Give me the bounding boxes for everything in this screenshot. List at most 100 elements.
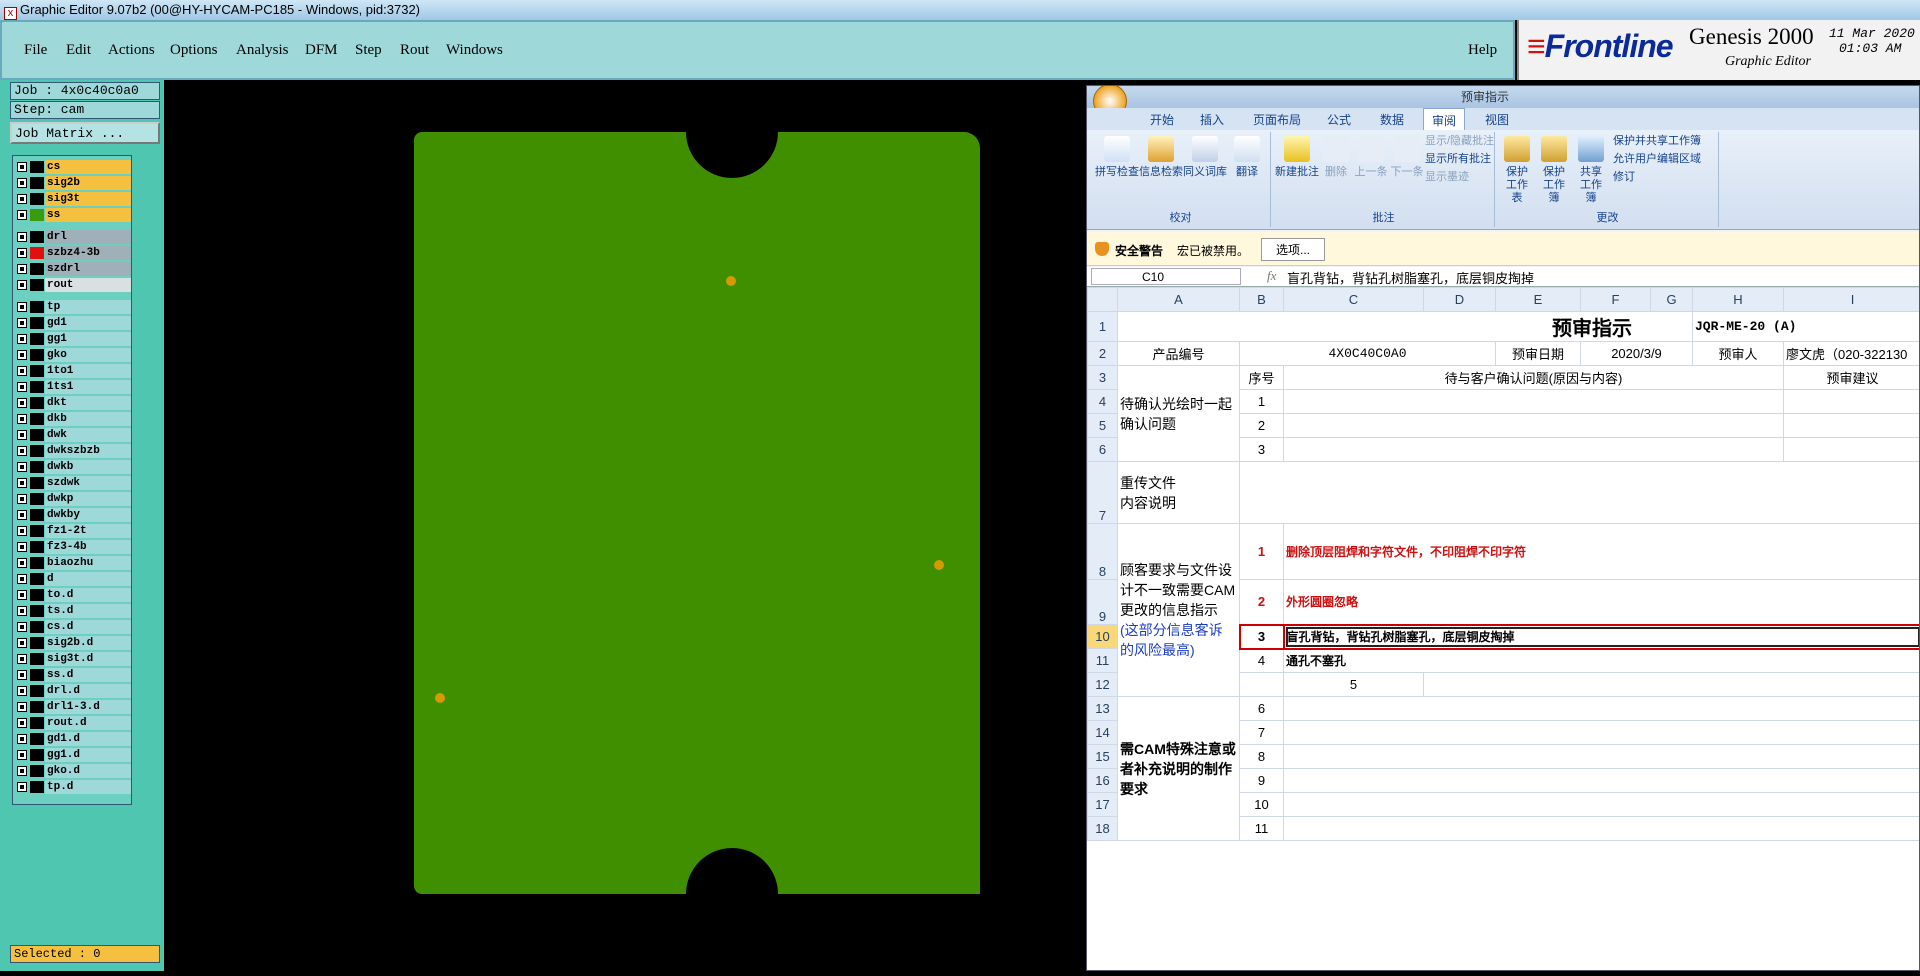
layer-name[interactable]: fz1-2t	[45, 524, 131, 538]
layer-row[interactable]: rout.d	[15, 716, 131, 730]
tab-insert[interactable]: 插入	[1200, 111, 1224, 128]
layer-name[interactable]: rout	[45, 278, 131, 292]
layer-name[interactable]: d	[45, 572, 131, 586]
formula-input[interactable]: 盲孔背钻，背钻孔树脂塞孔，底层铜皮掏掉	[1287, 268, 1534, 287]
protect-share-button[interactable]: 保护并共享工作簿	[1613, 134, 1701, 148]
layer-checkbox[interactable]	[17, 606, 27, 616]
issue-cell[interactable]	[1424, 673, 1920, 697]
issue-cell[interactable]: 外形圆圈忽略	[1284, 580, 1920, 625]
tab-review[interactable]: 审阅	[1423, 108, 1465, 132]
issue-cell[interactable]	[1284, 414, 1784, 438]
layer-color-swatch[interactable]	[30, 669, 44, 681]
layer-name[interactable]: gd1.d	[45, 732, 131, 746]
row-header[interactable]: 14	[1088, 721, 1118, 745]
layer-checkbox[interactable]	[17, 558, 27, 568]
layer-row[interactable]: dwkby	[15, 508, 131, 522]
tab-data[interactable]: 数据	[1380, 111, 1404, 128]
row-header[interactable]: 7	[1088, 462, 1118, 524]
seq-cell[interactable]: 1	[1240, 524, 1284, 580]
menu-help[interactable]: Help	[1468, 42, 1497, 59]
section-confirm-label[interactable]: 待确认光绘时一起确认问题	[1118, 366, 1240, 462]
column-header[interactable]: D	[1424, 288, 1496, 312]
row-header[interactable]: 5	[1088, 414, 1118, 438]
layer-name[interactable]: szdwk	[45, 476, 131, 490]
menu-options[interactable]: Options	[170, 42, 218, 59]
layer-color-swatch[interactable]	[30, 279, 44, 291]
column-header[interactable]: A	[1118, 288, 1240, 312]
suggest-header[interactable]: 预审建议	[1784, 366, 1920, 390]
layer-row[interactable]: biaozhu	[15, 556, 131, 570]
show-ink-button[interactable]: 显示墨迹	[1425, 170, 1469, 184]
layer-row[interactable]: tp	[15, 300, 131, 314]
layer-color-swatch[interactable]	[30, 349, 44, 361]
research-button[interactable]: 信息检索	[1139, 136, 1183, 179]
thesaurus-button[interactable]: 同义词库	[1183, 136, 1227, 179]
layer-row[interactable]: ss	[15, 208, 131, 222]
allow-edit-ranges-button[interactable]: 允许用户编辑区域	[1613, 152, 1701, 166]
layer-checkbox[interactable]	[17, 718, 27, 728]
seq-cell[interactable]: 9	[1240, 769, 1284, 793]
select-all-corner[interactable]	[1088, 288, 1118, 312]
layer-checkbox[interactable]	[17, 702, 27, 712]
row-header[interactable]: 2	[1088, 342, 1118, 366]
layer-color-swatch[interactable]	[30, 749, 44, 761]
row-header[interactable]: 8	[1088, 524, 1118, 580]
row-header[interactable]: 17	[1088, 793, 1118, 817]
reviewer-label[interactable]: 预审人	[1693, 342, 1784, 366]
layer-row[interactable]: dwk	[15, 428, 131, 442]
menu-rout[interactable]: Rout	[400, 42, 429, 59]
layer-color-swatch[interactable]	[30, 685, 44, 697]
suggest-cell[interactable]	[1784, 438, 1920, 462]
layer-color-swatch[interactable]	[30, 445, 44, 457]
layer-name[interactable]: gg1	[45, 332, 131, 346]
spellcheck-button[interactable]: 拼写检查	[1095, 136, 1139, 179]
seq-cell[interactable]: 1	[1240, 390, 1284, 414]
layer-color-swatch[interactable]	[30, 317, 44, 329]
seq-cell[interactable]: 3	[1240, 438, 1284, 462]
tab-page-layout[interactable]: 页面布局	[1253, 111, 1301, 128]
layer-name[interactable]: gko	[45, 348, 131, 362]
layer-checkbox[interactable]	[17, 750, 27, 760]
layer-checkbox[interactable]	[17, 510, 27, 520]
next-comment-button[interactable]: 下一条	[1389, 136, 1425, 179]
layer-row[interactable]: drl	[15, 230, 131, 244]
layer-color-swatch[interactable]	[30, 231, 44, 243]
layer-name[interactable]: tp.d	[45, 780, 131, 794]
layer-checkbox[interactable]	[17, 210, 27, 220]
tab-view[interactable]: 视图	[1485, 111, 1509, 128]
layer-color-swatch[interactable]	[30, 509, 44, 521]
layer-checkbox[interactable]	[17, 194, 27, 204]
layer-name[interactable]: 1to1	[45, 364, 131, 378]
layer-name[interactable]: gd1	[45, 316, 131, 330]
layer-checkbox[interactable]	[17, 478, 27, 488]
layer-checkbox[interactable]	[17, 430, 27, 440]
row-header[interactable]: 9	[1088, 580, 1118, 625]
layer-name[interactable]: gko.d	[45, 764, 131, 778]
layer-checkbox[interactable]	[17, 414, 27, 424]
new-comment-button[interactable]: 新建批注	[1275, 136, 1319, 179]
layer-row[interactable]: gko.d	[15, 764, 131, 778]
share-workbook-button[interactable]: 共享工作簿	[1573, 136, 1609, 205]
job-matrix-button[interactable]: Job Matrix ...	[10, 122, 160, 144]
layer-name[interactable]: gg1.d	[45, 748, 131, 762]
row-header[interactable]: 4	[1088, 390, 1118, 414]
layer-row[interactable]: fz1-2t	[15, 524, 131, 538]
layer-color-swatch[interactable]	[30, 209, 44, 221]
layer-name[interactable]: tp	[45, 300, 131, 314]
layer-color-swatch[interactable]	[30, 301, 44, 313]
row-header[interactable]: 6	[1088, 438, 1118, 462]
row-header[interactable]: 3	[1088, 366, 1118, 390]
menu-actions[interactable]: Actions	[108, 42, 155, 59]
seq-cell[interactable]: 8	[1240, 745, 1284, 769]
layer-row[interactable]: drl1-3.d	[15, 700, 131, 714]
layer-row[interactable]: szdrl	[15, 262, 131, 276]
column-header[interactable]: H	[1693, 288, 1784, 312]
issue-header[interactable]: 待与客户确认问题(原因与内容)	[1284, 366, 1784, 390]
show-hide-comment-button[interactable]: 显示/隐藏批注	[1425, 134, 1494, 148]
layer-row[interactable]: gd1	[15, 316, 131, 330]
seq-cell[interactable]: 3	[1240, 625, 1284, 649]
row-header[interactable]: 10	[1088, 625, 1118, 649]
layer-name[interactable]: drl	[45, 230, 131, 244]
layer-name[interactable]: dwk	[45, 428, 131, 442]
layer-checkbox[interactable]	[17, 494, 27, 504]
